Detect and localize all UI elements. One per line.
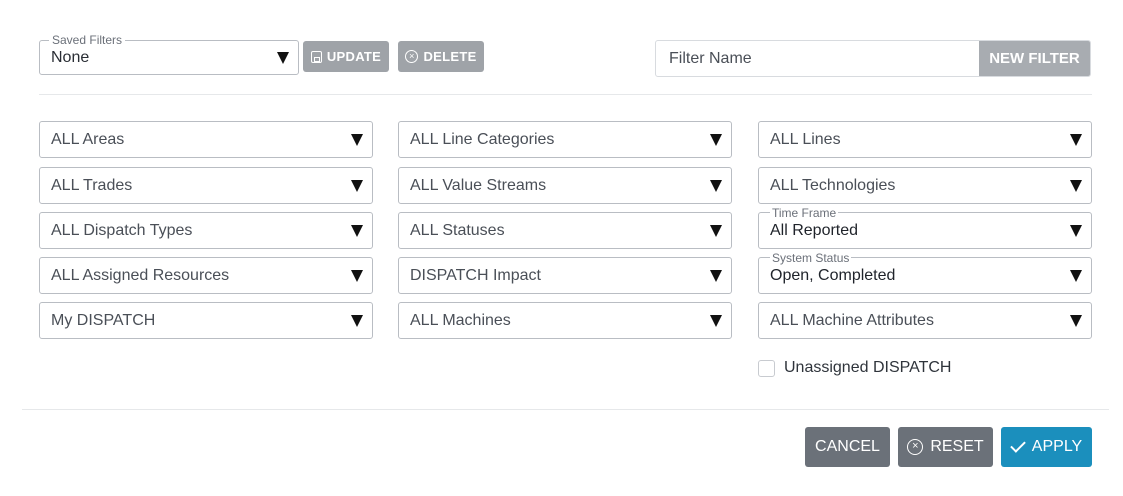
trades-select-label: ALL Trades <box>51 177 133 194</box>
unassigned-dispatch-checkbox[interactable] <box>758 359 775 377</box>
check-icon <box>1010 437 1026 453</box>
lines-select[interactable]: ALL Lines <box>758 121 1092 158</box>
filter-name-input[interactable] <box>656 41 981 76</box>
value-streams-select[interactable]: ALL Value Streams <box>398 167 732 204</box>
my-dispatch-select-label: My DISPATCH <box>51 312 156 329</box>
triangle-down-icon <box>351 179 363 192</box>
triangle-down-icon <box>710 224 722 237</box>
apply-button[interactable]: APPLY <box>1001 427 1092 467</box>
technologies-select[interactable]: ALL Technologies <box>758 167 1092 204</box>
triangle-down-icon <box>1070 314 1082 327</box>
time-frame-select[interactable]: Time Frame All Reported <box>758 206 1092 249</box>
line-categories-select-label: ALL Line Categories <box>410 131 555 148</box>
my-dispatch-select[interactable]: My DISPATCH <box>39 302 373 339</box>
triangle-down-icon <box>1070 224 1082 237</box>
top-divider <box>39 94 1092 95</box>
reset-button-label: RESET <box>930 438 984 455</box>
statuses-select-label: ALL Statuses <box>410 222 505 239</box>
unassigned-dispatch-row: Unassigned DISPATCH <box>758 358 951 378</box>
system-status-legend: System Status <box>770 251 852 265</box>
reset-button[interactable]: × RESET <box>898 427 993 467</box>
saved-filters-select[interactable]: Saved Filters None <box>39 33 299 75</box>
delete-button-label: DELETE <box>423 49 477 64</box>
triangle-down-icon <box>710 179 722 192</box>
x-circle-icon: × <box>405 50 419 63</box>
areas-select[interactable]: ALL Areas <box>39 121 373 158</box>
dispatch-types-select[interactable]: ALL Dispatch Types <box>39 212 373 249</box>
delete-button[interactable]: × DELETE <box>398 41 484 72</box>
triangle-down-icon <box>1070 179 1082 192</box>
new-filter-button[interactable]: NEW FILTER <box>979 41 1090 76</box>
system-status-select[interactable]: System Status Open, Completed <box>758 251 1092 294</box>
triangle-down-icon <box>351 314 363 327</box>
system-status-value: Open, Completed <box>770 267 896 284</box>
new-filter-group: NEW FILTER <box>655 40 1091 77</box>
triangle-down-icon <box>1070 269 1082 282</box>
triangle-down-icon <box>351 224 363 237</box>
update-button[interactable]: UPDATE <box>303 41 389 72</box>
machine-attributes-select-label: ALL Machine Attributes <box>770 312 934 329</box>
line-categories-select[interactable]: ALL Line Categories <box>398 121 732 158</box>
time-frame-legend: Time Frame <box>770 206 839 220</box>
dispatch-impact-select-label: DISPATCH Impact <box>410 267 541 284</box>
unassigned-dispatch-label[interactable]: Unassigned DISPATCH <box>784 359 951 377</box>
triangle-down-icon <box>277 51 289 64</box>
update-button-label: UPDATE <box>326 49 382 64</box>
trades-select[interactable]: ALL Trades <box>39 167 373 204</box>
dispatch-impact-select[interactable]: DISPATCH Impact <box>398 257 732 294</box>
areas-select-label: ALL Areas <box>51 131 125 148</box>
triangle-down-icon <box>1070 133 1082 146</box>
assigned-resources-select-label: ALL Assigned Resources <box>51 267 230 284</box>
saved-filters-value: None <box>51 49 90 66</box>
technologies-select-label: ALL Technologies <box>770 177 896 194</box>
save-icon <box>310 50 322 63</box>
triangle-down-icon <box>351 269 363 282</box>
machine-attributes-select[interactable]: ALL Machine Attributes <box>758 302 1092 339</box>
lines-select-label: ALL Lines <box>770 131 841 148</box>
value-streams-select-label: ALL Value Streams <box>410 177 547 194</box>
triangle-down-icon <box>351 133 363 146</box>
assigned-resources-select[interactable]: ALL Assigned Resources <box>39 257 373 294</box>
bottom-divider <box>22 409 1109 410</box>
x-circle-icon: × <box>907 439 924 455</box>
triangle-down-icon <box>710 133 722 146</box>
apply-button-label: APPLY <box>1031 438 1083 455</box>
time-frame-value: All Reported <box>770 222 859 239</box>
statuses-select[interactable]: ALL Statuses <box>398 212 732 249</box>
cancel-button-label: CANCEL <box>815 438 880 455</box>
machines-select-label: ALL Machines <box>410 312 511 329</box>
cancel-button[interactable]: CANCEL <box>805 427 890 467</box>
machines-select[interactable]: ALL Machines <box>398 302 732 339</box>
triangle-down-icon <box>710 314 722 327</box>
saved-filters-legend: Saved Filters <box>49 33 126 47</box>
triangle-down-icon <box>710 269 722 282</box>
dispatch-types-select-label: ALL Dispatch Types <box>51 222 193 239</box>
